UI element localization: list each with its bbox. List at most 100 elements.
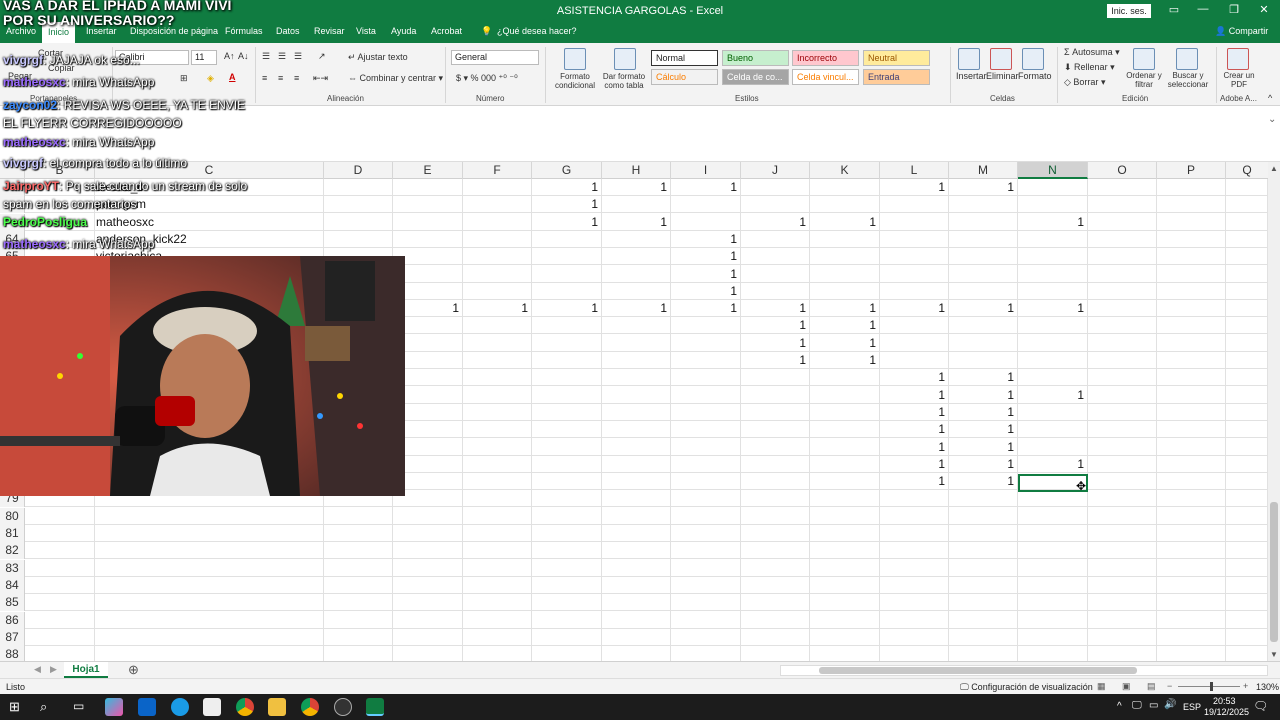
search-icon[interactable]: ⌕ [40, 699, 47, 715]
column-header-h[interactable]: H [602, 162, 671, 179]
align-right-icon[interactable]: ≡ [294, 73, 299, 83]
copilot-icon[interactable] [105, 698, 123, 716]
excel-taskbar-icon[interactable] [366, 698, 384, 716]
expand-formula-icon[interactable]: ⌄ [1268, 114, 1276, 125]
chrome-icon[interactable] [236, 698, 254, 716]
cell-m[interactable]: 1 [949, 387, 1018, 404]
clock-date[interactable]: 19/12/2025 [1204, 707, 1249, 717]
cell-m[interactable]: 1 [949, 404, 1018, 421]
chrome-profile-icon[interactable] [301, 698, 319, 716]
borders-icon[interactable]: ⊞ [180, 73, 188, 84]
style-celda-control[interactable]: Celda de co... [722, 69, 789, 85]
cell-l[interactable]: 1 [880, 387, 949, 404]
tab-acrobat[interactable]: Acrobat [431, 26, 462, 36]
column-header-k[interactable]: K [810, 162, 880, 179]
sheet-prev-icon[interactable]: ◀ [34, 664, 41, 675]
vertical-scroll-thumb[interactable] [1270, 502, 1278, 642]
row-header[interactable]: 86 [0, 611, 25, 629]
column-header-n[interactable]: N [1018, 162, 1088, 179]
autosum-button[interactable]: Σ Autosuma ▾ [1064, 47, 1120, 58]
cell-k[interactable]: 1 [810, 317, 880, 334]
row-header[interactable]: 81 [0, 525, 25, 542]
sign-in-button[interactable]: Inic. ses. [1107, 4, 1151, 18]
cell-k[interactable]: 1 [810, 300, 880, 317]
cell-l[interactable]: 1 [880, 439, 949, 456]
align-middle-icon[interactable]: ☰ [278, 51, 286, 62]
horizontal-scroll-thumb[interactable] [819, 667, 1137, 674]
row-header[interactable]: 82 [0, 542, 25, 560]
cell-m[interactable]: 1 [949, 456, 1018, 473]
cell-l[interactable]: 1 [880, 369, 949, 386]
page-layout-icon[interactable]: ▣ [1122, 681, 1131, 692]
style-celda-vinculada[interactable]: Celda vincul... [792, 69, 859, 85]
cell-n[interactable]: 1 [1018, 456, 1088, 473]
cell-l[interactable]: 1 [880, 179, 949, 196]
zoom-slider[interactable] [1178, 682, 1240, 691]
cell-l[interactable]: 1 [880, 404, 949, 421]
merge-center-button[interactable]: ⇔ Combinar y centrar ▾ [348, 73, 443, 84]
collapse-ribbon-icon[interactable]: ^ [1268, 93, 1272, 103]
style-bueno[interactable]: Bueno [722, 50, 789, 66]
cell-l[interactable]: 1 [880, 300, 949, 317]
wrap-text-button[interactable]: ↵ Ajustar texto [348, 52, 408, 63]
create-pdf-button[interactable]: Crear un PDF [1220, 71, 1258, 89]
tab-vista[interactable]: Vista [356, 26, 376, 36]
store-icon[interactable] [203, 698, 221, 716]
clear-button[interactable]: ◇ Borrar ▾ [1064, 77, 1105, 88]
sheet-next-icon[interactable]: ▶ [50, 664, 57, 675]
tab-revisar[interactable]: Revisar [314, 26, 345, 36]
normal-view-icon[interactable]: ▦ [1097, 681, 1106, 692]
zoom-in-icon[interactable]: + [1243, 681, 1248, 691]
column-header-l[interactable]: L [880, 162, 949, 179]
zoom-out-icon[interactable]: − [1167, 681, 1172, 691]
cell-g[interactable]: 1 [532, 214, 602, 231]
horizontal-scrollbar[interactable] [780, 665, 1268, 676]
cell-name[interactable]: matheosxc [96, 214, 324, 231]
tab-datos[interactable]: Datos [276, 26, 300, 36]
style-neutral[interactable]: Neutral [863, 50, 930, 66]
page-break-icon[interactable]: ▤ [1147, 681, 1156, 692]
sort-filter-button[interactable]: Ordenar y filtrar [1124, 71, 1164, 89]
row-header[interactable]: 84 [0, 576, 25, 594]
cell-n[interactable]: 1 [1018, 387, 1088, 404]
cell-n[interactable]: 1 [1018, 300, 1088, 317]
currency-icon[interactable]: $ ▾ % 000 ⁺⁰ ⁻⁰ [456, 73, 518, 84]
notifications-icon[interactable]: 🗨 [1253, 699, 1268, 713]
row-header[interactable]: 87 [0, 628, 25, 646]
cell-l[interactable]: 1 [880, 421, 949, 438]
cell-m[interactable]: 1 [949, 179, 1018, 196]
column-header-e[interactable]: E [393, 162, 463, 179]
fill-color-icon[interactable]: ◈ [207, 73, 214, 84]
indent-icon[interactable]: ⇤⇥ [313, 73, 328, 84]
edge-icon[interactable] [171, 698, 189, 716]
cell-m[interactable]: 1 [949, 300, 1018, 317]
conditional-format-button[interactable]: Formato condicional [552, 72, 598, 90]
volume-icon[interactable]: 🔊 [1164, 699, 1176, 710]
cell-i[interactable]: 1 [671, 300, 741, 317]
cell-h[interactable]: 1 [602, 214, 671, 231]
minimize-icon[interactable]: — [1193, 3, 1213, 19]
network-icon[interactable]: 🖵 [1132, 700, 1142, 711]
cell-l[interactable]: 1 [880, 473, 949, 490]
cell-g[interactable]: 1 [532, 196, 602, 213]
cell-g[interactable]: 1 [532, 179, 602, 196]
align-top-icon[interactable]: ☰ [262, 51, 270, 62]
sheet-tab-hoja1[interactable]: Hoja1 [64, 662, 108, 678]
scroll-down-icon[interactable]: ▼ [1270, 650, 1278, 659]
ribbon-display-icon[interactable]: ▭ [1164, 3, 1184, 19]
obs-icon[interactable] [334, 698, 352, 716]
vertical-scrollbar[interactable]: ▲ ▼ [1268, 162, 1280, 662]
cell-k[interactable]: 1 [810, 214, 880, 231]
column-header-d[interactable]: D [324, 162, 393, 179]
cell-h[interactable]: 1 [602, 179, 671, 196]
cell-i[interactable]: 1 [671, 283, 741, 300]
language-indicator[interactable]: ESP [1183, 702, 1201, 712]
column-header-i[interactable]: I [671, 162, 741, 179]
font-size-select[interactable]: 11 [191, 50, 217, 65]
cell-j[interactable]: 1 [741, 335, 810, 352]
cell-i[interactable]: 1 [671, 231, 741, 248]
outlook-icon[interactable] [138, 698, 156, 716]
maximize-icon[interactable]: ❐ [1224, 3, 1244, 19]
column-header-g[interactable]: G [532, 162, 602, 179]
shrink-font-icon[interactable]: A↓ [238, 51, 249, 61]
